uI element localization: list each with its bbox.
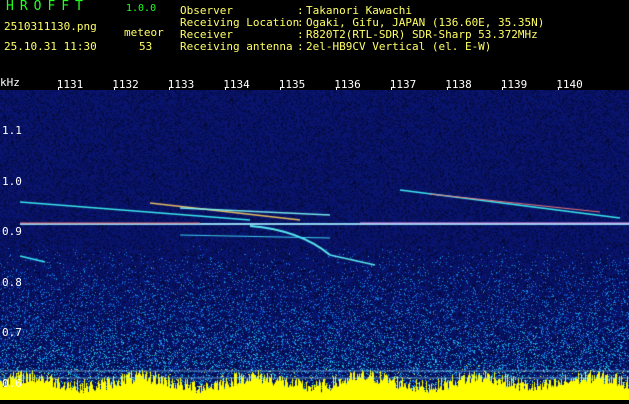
antenna-value: 2el-HB9CV Vertical (el. E-W) bbox=[306, 40, 492, 53]
spectrogram: 1.1 1.0 0.9 0.8 0.7 0.6 bbox=[0, 90, 629, 400]
antenna-colon: : bbox=[297, 40, 304, 53]
timestamp: 25.10.31 11:30 bbox=[4, 40, 97, 53]
header: HROFFT 1.0.0 2510311130.png 25.10.31 11:… bbox=[0, 0, 629, 76]
app-version: 1.0.0 bbox=[126, 3, 157, 14]
antenna-label: Receiving antenna bbox=[180, 40, 293, 53]
meteor-label: meteor bbox=[124, 26, 164, 39]
freq-tick-label: 1.1 bbox=[2, 124, 22, 137]
spectrogram-canvas bbox=[0, 90, 629, 400]
time-axis: 1131 1132 1133 1134 1135 1136 1137 1138 1139 1140 bbox=[0, 76, 629, 91]
app-title: HROFFT bbox=[6, 0, 89, 14]
freq-tick-label: 0.7 bbox=[2, 326, 22, 339]
filename: 2510311130.png bbox=[4, 20, 97, 33]
freq-tick-label: 0.6 bbox=[2, 376, 22, 390]
freq-tick-label: 0.9 bbox=[2, 225, 22, 238]
freq-tick-label: 1.0 bbox=[2, 174, 22, 188]
freq-tick-label: 0.8 bbox=[2, 275, 22, 289]
meteor-count: 53 bbox=[139, 40, 153, 53]
